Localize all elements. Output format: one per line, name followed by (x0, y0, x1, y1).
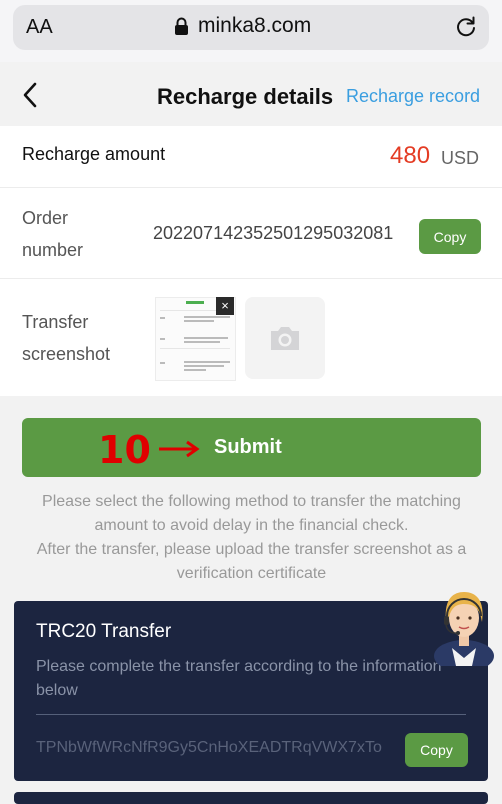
order-number-value: 20220714235250129503208​1 (153, 223, 394, 243)
divider (0, 187, 502, 188)
recharge-amount-label: Recharge amount (22, 144, 166, 164)
close-icon[interactable]: × (216, 297, 234, 315)
url-text[interactable]: minka8.com (198, 14, 311, 38)
recharge-currency: USD (441, 148, 480, 168)
order-number-label-line2: number (22, 240, 84, 260)
notice-line-2: After the transfer, please upload the tr… (36, 541, 467, 582)
order-number-label-line1: Order (22, 208, 69, 228)
camera-icon (271, 327, 299, 350)
support-agent-avatar[interactable] (432, 586, 496, 666)
text-size-button[interactable]: AA (26, 16, 53, 39)
trc20-title: TRC20 Transfer (36, 621, 172, 642)
trc20-description: Please complete the transfer according t… (36, 658, 442, 699)
annotation-step-number: 10 (98, 428, 151, 472)
copy-order-number-button[interactable]: Copy (419, 219, 481, 254)
divider (36, 714, 466, 715)
back-chevron-icon[interactable] (20, 80, 40, 110)
divider (0, 278, 502, 279)
page-title: Recharge details (157, 84, 334, 109)
next-transfer-card (14, 792, 488, 804)
recharge-amount-value: 480 (390, 142, 431, 169)
transfer-screenshot-label-line2: screenshot (22, 344, 111, 364)
copy-address-button[interactable]: Copy (405, 733, 468, 767)
transfer-screenshot-label-line1: Transfer (22, 312, 89, 332)
transfer-notice: Please select the following method to tr… (22, 490, 481, 586)
recharge-record-link[interactable]: Recharge record (346, 86, 480, 107)
submit-button-label: Submit (214, 436, 282, 458)
reload-icon[interactable] (455, 16, 477, 38)
trc20-wallet-address: TPNbWfWRcNfR9Gy5CnHoXEADTRqVWX7xTo (36, 739, 382, 756)
annotation-arrow-icon (159, 440, 200, 458)
lock-icon (175, 17, 188, 35)
notice-line-1: Please select the following method to tr… (42, 493, 461, 534)
